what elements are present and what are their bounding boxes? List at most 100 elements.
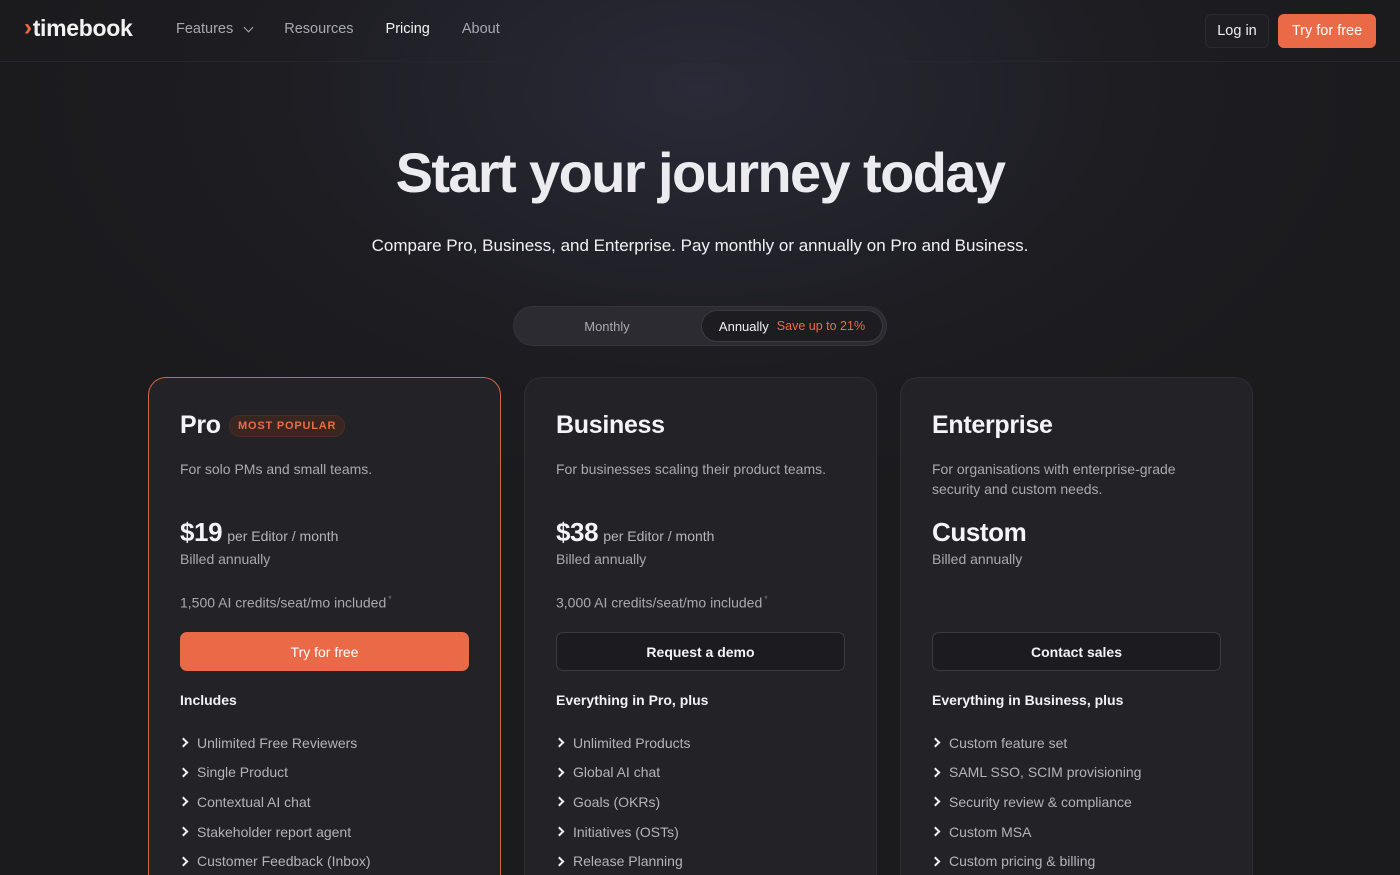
- feature-item: Global AI chat: [554, 758, 691, 788]
- contact-sales-button[interactable]: Contact sales: [932, 632, 1221, 671]
- nav-links: Features Resources Pricing About: [176, 21, 532, 37]
- footnote-marker: *: [388, 594, 392, 604]
- chevron-right-icon: [930, 826, 941, 837]
- chevron-right-icon: [554, 856, 565, 867]
- chevron-right-icon: [178, 737, 189, 748]
- feature-item: Custom feature set: [930, 728, 1141, 758]
- feature-item: Unlimited Free Reviewers: [178, 728, 371, 758]
- feature-label: Security review & compliance: [949, 793, 1132, 810]
- plan-card-business: Business For businesses scaling their pr…: [524, 377, 877, 875]
- includes-heading: Everything in Business, plus: [932, 692, 1124, 708]
- feature-item: Release Planning: [554, 846, 691, 875]
- nav-link-label: About: [461, 21, 500, 37]
- feature-label: Global AI chat: [573, 764, 661, 781]
- feature-label: Goals (OKRs): [573, 793, 661, 810]
- ai-credits: 1,500 AI credits/seat/mo included *: [180, 594, 392, 611]
- billing-note: Billed annually: [180, 551, 271, 567]
- feature-item: Single Product: [178, 758, 371, 788]
- feature-label: Initiatives (OSTs): [573, 823, 679, 840]
- chevron-right-icon: [178, 856, 189, 867]
- page-subtitle: Compare Pro, Business, and Enterprise. P…: [371, 236, 1029, 255]
- feature-item: Initiatives (OSTs): [554, 817, 691, 847]
- plan-name: Pro: [180, 411, 221, 439]
- billing-option-annually[interactable]: Annually Save up to 21%: [701, 310, 883, 342]
- nav-link-features[interactable]: Features: [176, 21, 254, 37]
- nav-link-label: Features: [176, 21, 234, 37]
- feature-item: Contextual AI chat: [178, 787, 371, 817]
- plan-card-enterprise: Enterprise For organisations with enterp…: [900, 377, 1253, 875]
- feature-label: Custom MSA: [949, 823, 1032, 840]
- feature-label: Contextual AI chat: [197, 793, 311, 810]
- chevron-right-icon: [178, 767, 189, 778]
- billing-toggle: Monthly Annually Save up to 21%: [513, 306, 887, 346]
- nav-link-pricing[interactable]: Pricing: [386, 21, 430, 37]
- timebook-logo[interactable]: › timebook: [24, 14, 133, 42]
- chevron-right-icon: [930, 737, 941, 748]
- chevron-right-icon: [930, 797, 941, 807]
- chevron-down-icon: [243, 22, 254, 32]
- feature-label: Release Planning: [573, 853, 683, 870]
- nav-link-resources[interactable]: Resources: [284, 21, 353, 37]
- feature-item: Custom pricing & billing: [930, 846, 1141, 875]
- billing-note: Billed annually: [932, 551, 1023, 567]
- chevron-right-icon: [554, 797, 565, 807]
- chevron-right-icon: [930, 856, 941, 867]
- feature-item: Goals (OKRs): [554, 787, 691, 817]
- price-amount: $38: [556, 517, 599, 547]
- billing-note: Billed annually: [556, 551, 647, 567]
- price-unit: per Editor / month: [603, 528, 715, 544]
- feature-item: Unlimited Products: [554, 728, 691, 758]
- save-badge: Save up to 21%: [776, 319, 866, 333]
- price-amount: $19: [180, 517, 223, 547]
- feature-label: Stakeholder report agent: [197, 823, 352, 840]
- feature-label: Unlimited Free Reviewers: [197, 734, 358, 751]
- footnote-marker: *: [764, 594, 768, 604]
- nav-link-label: Resources: [284, 21, 354, 37]
- billing-option-monthly[interactable]: Monthly: [514, 307, 700, 345]
- feature-label: Customer Feedback (Inbox): [197, 853, 371, 870]
- chevron-right-icon: [554, 826, 565, 837]
- top-nav: › timebook Features Resources Pricing Ab…: [0, 0, 1400, 62]
- request-demo-button[interactable]: Request a demo: [556, 632, 845, 671]
- plan-price: $38 per Editor / month: [556, 517, 714, 548]
- plan-card-pro: Pro MOST POPULAR For solo PMs and small …: [148, 377, 501, 875]
- ai-credits-text: 3,000 AI credits/seat/mo included: [556, 594, 763, 611]
- price-unit: per Editor / month: [227, 528, 339, 544]
- feature-item: Stakeholder report agent: [178, 817, 371, 847]
- chevron-right-icon: [930, 767, 941, 778]
- feature-item: Security review & compliance: [930, 787, 1141, 817]
- feature-item: Customer Feedback (Inbox): [178, 846, 371, 875]
- annual-label: Annually: [718, 318, 769, 334]
- try-for-free-button[interactable]: Try for free: [180, 632, 469, 671]
- plan-description: For businesses scaling their product tea…: [556, 461, 827, 477]
- feature-list: Custom feature set SAML SSO, SCIM provis…: [930, 728, 1141, 875]
- feature-label: Custom feature set: [949, 734, 1068, 751]
- feature-list: Unlimited Products Global AI chat Goals …: [554, 728, 691, 875]
- feature-label: Single Product: [197, 764, 289, 781]
- plan-price: $19 per Editor / month: [180, 517, 338, 548]
- nav-try-for-free-button[interactable]: Try for free: [1278, 14, 1376, 48]
- plan-name: Business: [556, 411, 665, 439]
- chevron-right-icon: [178, 797, 189, 807]
- plan-description: For solo PMs and small teams.: [180, 461, 373, 477]
- nav-link-about[interactable]: About: [462, 21, 500, 37]
- feature-label: Custom pricing & billing: [949, 853, 1096, 870]
- includes-heading: Everything in Pro, plus: [556, 692, 709, 708]
- feature-item: SAML SSO, SCIM provisioning: [930, 758, 1141, 788]
- feature-list: Unlimited Free Reviewers Single Product …: [178, 728, 371, 875]
- most-popular-badge: MOST POPULAR: [229, 415, 346, 437]
- chevron-right-icon: [554, 737, 565, 748]
- includes-heading: Includes: [180, 692, 237, 708]
- feature-item: Custom MSA: [930, 817, 1141, 847]
- chevron-right-icon: [178, 826, 189, 837]
- nav-link-label: Pricing: [385, 21, 430, 37]
- feature-label: Unlimited Products: [573, 734, 691, 751]
- logo-mark: ›: [24, 14, 32, 41]
- ai-credits: 3,000 AI credits/seat/mo included *: [556, 594, 768, 611]
- plan-price: Custom: [932, 517, 1027, 548]
- login-button[interactable]: Log in: [1205, 14, 1269, 48]
- page-title: Start your journey today: [395, 141, 1006, 204]
- logo-text: timebook: [32, 14, 133, 41]
- chevron-right-icon: [554, 767, 565, 778]
- ai-credits-text: 1,500 AI credits/seat/mo included: [180, 594, 387, 611]
